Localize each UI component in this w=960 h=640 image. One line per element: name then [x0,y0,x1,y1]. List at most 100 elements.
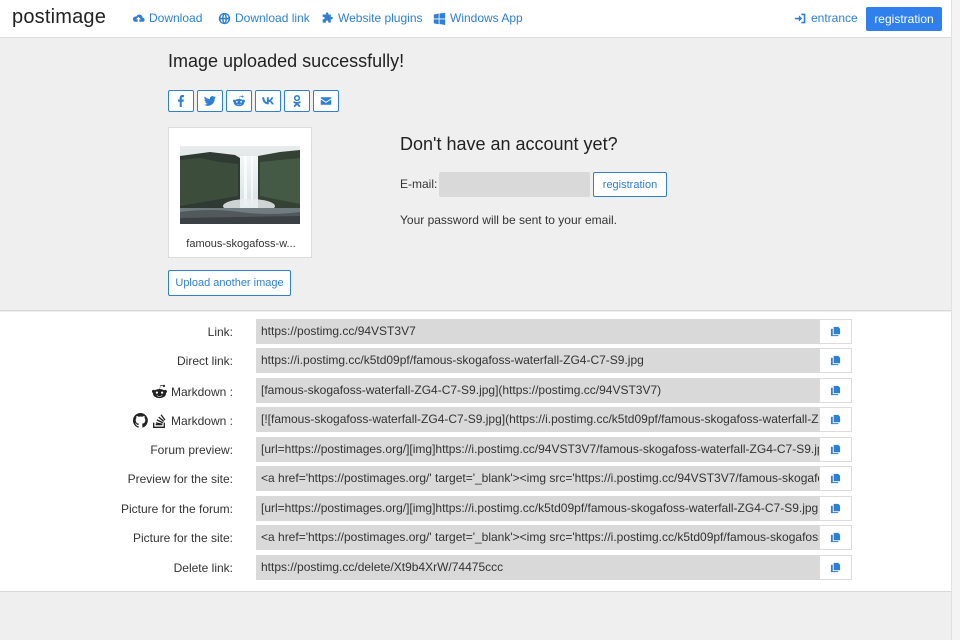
share-odnoklassniki-button[interactable] [284,90,310,112]
github-icon [133,413,148,428]
share-facebook-button[interactable] [168,90,194,112]
nav-download-link-label: Download link [235,11,310,25]
picture-forum-row-label: Picture for the forum: [121,502,233,516]
postimage-logo[interactable]: postimage [12,6,106,29]
copy-button[interactable] [819,319,852,344]
delete-link-row-label: Delete link: [174,561,233,575]
nav-website-plugins-label: Website plugins [338,11,423,25]
top-navbar: postimage Download Download link Website… [0,0,951,38]
delete-link-row: Delete link: https://postimg.cc/delete/X… [0,555,951,581]
picture-forum-row: Picture for the forum: [url=https://post… [0,496,951,522]
share-reddit-button[interactable] [226,90,252,112]
direct-link-label-text: Direct link: [176,354,233,368]
link-row: Link: https://postimg.cc/94VST3V7 [0,319,951,345]
preview-site-row: Preview for the site: <a href='https://p… [0,466,951,492]
copy-button[interactable] [819,466,852,491]
logo-text-part1: post [12,6,51,28]
account-registration-button[interactable]: registration [593,172,667,197]
direct-link-row-label: Direct link: [177,354,233,368]
picture-site-row-label: Picture for the site: [133,531,233,545]
waterfall-thumbnail-image[interactable] [180,146,300,224]
thumbnail-filename: famous-skogafoss-w... [186,238,296,250]
upload-another-image-button[interactable]: Upload another image [168,270,291,296]
markdown-github-field[interactable]: [![famous-skogafoss-waterfall-ZG4-C7-S9.… [256,407,819,432]
nav-entrance[interactable]: entrance [794,11,858,25]
markdown-reddit-field[interactable]: [famous-skogafoss-waterfall-ZG4-C7-S9.jp… [256,378,819,403]
nav-download-link[interactable]: Download link [218,11,310,25]
sign-in-icon [794,13,806,23]
share-links-section: Link: https://postimg.cc/94VST3V7 Direct… [0,312,951,592]
delete-link-label-text: Delete link: [173,561,233,575]
upload-result-section: Image uploaded successfully! famous-skog… [0,38,951,311]
copy-button[interactable] [819,525,852,550]
share-vk-button[interactable] [255,90,281,112]
odnoklassniki-icon [293,95,301,107]
twitter-icon [204,96,216,106]
picture-site-field[interactable]: <a href='https://postimages.org/' target… [256,525,819,550]
image-thumbnail-card[interactable]: famous-skogafoss-w... [168,127,312,258]
nav-website-plugins[interactable]: Website plugins [321,11,423,25]
copy-button[interactable] [819,555,852,580]
copy-button[interactable] [819,407,852,432]
copy-button[interactable] [819,348,852,373]
puzzle-icon [322,11,333,23]
copy-icon [830,385,841,396]
share-buttons [168,90,339,112]
link-label-text: Link: [207,325,233,339]
copy-button[interactable] [819,378,852,403]
forum-preview-label-text: Forum preview: [150,443,233,457]
nav-entrance-label: entrance [811,11,858,25]
markdown-github-label-text: Markdown : [170,413,233,428]
email-field[interactable] [439,172,590,197]
markdown-reddit-row: Markdown : [famous-skogafoss-waterfall-Z… [0,378,951,404]
reddit-icon [233,95,245,107]
picture-forum-label-text: Picture for the forum: [120,502,233,516]
windows-icon [433,12,446,25]
copy-icon [830,414,841,425]
copy-icon [830,444,841,455]
share-email-button[interactable] [313,90,339,112]
page-title: Image uploaded successfully! [168,51,405,71]
globe-icon [218,12,231,24]
share-twitter-button[interactable] [197,90,223,112]
copy-icon [830,326,841,337]
picture-site-row: Picture for the site: <a href='https://p… [0,525,951,551]
email-label: E-mail: [400,177,438,191]
picture-site-label-text: Picture for the site: [132,531,233,545]
vk-icon [262,97,274,105]
link-field[interactable]: https://postimg.cc/94VST3V7 [256,319,819,344]
copy-button[interactable] [819,496,852,521]
markdown-github-row: Markdown : [![famous-skogafoss-waterfall… [0,407,951,433]
copy-icon [830,532,841,543]
cloud-upload-icon [132,14,145,22]
facebook-icon [178,95,184,107]
preview-site-field[interactable]: <a href='https://postimages.org/' target… [256,466,819,491]
logo-text-part2: image [50,6,107,28]
delete-link-field[interactable]: https://postimg.cc/delete/Xt9b4XrW/74475… [256,555,819,580]
nav-windows-app[interactable]: Windows App [433,11,523,25]
link-row-label: Link: [208,325,233,339]
forum-preview-field[interactable]: [url=https://postimages.org/][img]https:… [256,437,819,462]
forum-preview-row-label: Forum preview: [150,443,233,457]
envelope-icon [320,97,332,105]
nav-download[interactable]: Download [132,11,202,25]
nav-windows-app-label: Windows App [450,11,523,25]
forum-preview-row: Forum preview: [url=https://postimages.o… [0,437,951,463]
direct-link-field[interactable]: https://i.postimg.cc/k5td09pf/famous-sko… [256,348,819,373]
picture-forum-field[interactable]: [url=https://postimages.org/][img]https:… [256,496,819,521]
copy-button[interactable] [819,437,852,462]
preview-site-row-label: Preview for the site: [128,472,233,486]
account-prompt-title: Don't have an account yet? [400,134,618,154]
copy-icon [830,503,841,514]
copy-icon [830,562,841,573]
scrollbar[interactable] [951,0,960,640]
password-note: Your password will be sent to your email… [400,213,617,227]
copy-icon [830,355,841,366]
nav-registration-button[interactable]: registration [866,7,942,31]
reddit-icon [151,384,167,399]
preview-site-label-text: Preview for the site: [127,472,233,486]
markdown-reddit-row-label: Markdown : [151,384,233,399]
nav-download-label: Download [149,11,203,25]
markdown-reddit-label-text: Markdown : [170,384,233,399]
markdown-github-row-label: Markdown : [133,413,233,428]
